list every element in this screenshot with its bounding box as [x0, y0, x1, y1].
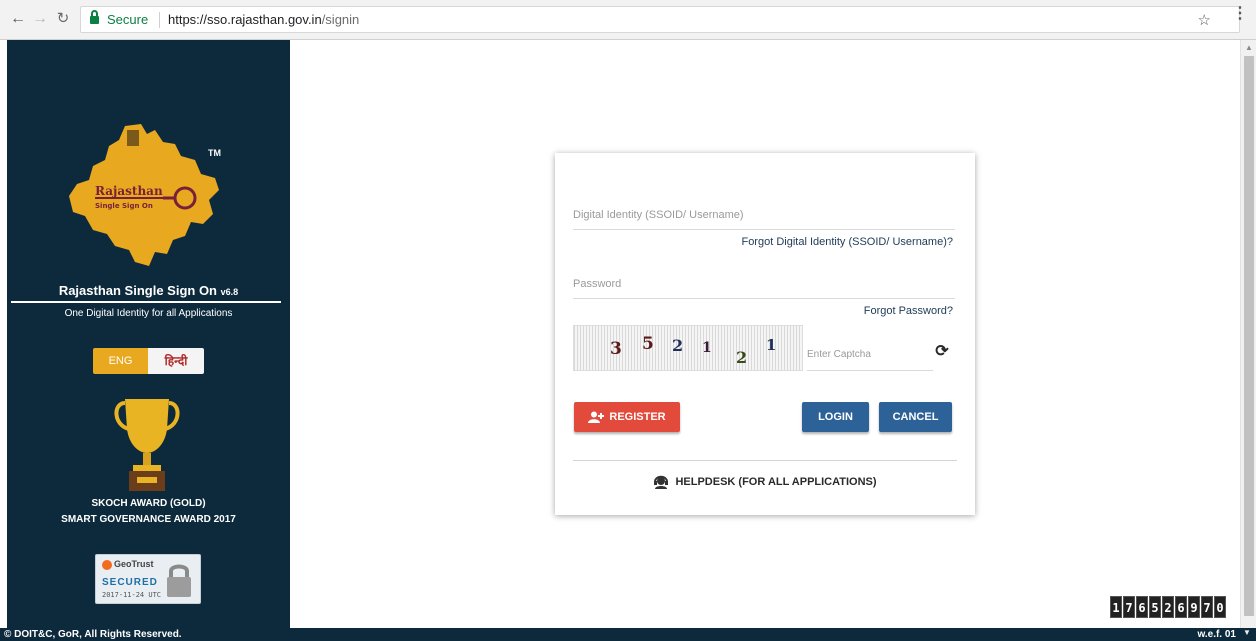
- captcha-input[interactable]: [807, 339, 933, 371]
- login-button[interactable]: LOGIN: [802, 402, 869, 432]
- address-bar[interactable]: Secure https://sso.rajasthan.gov.in/sign…: [80, 6, 1240, 33]
- lang-hindi-button[interactable]: हिन्दी: [148, 348, 204, 374]
- captcha-digit: 2: [672, 336, 684, 355]
- register-label: REGISTER: [609, 411, 666, 423]
- counter-digit: 5: [1149, 596, 1161, 618]
- app-version: v6.8: [220, 287, 239, 297]
- counter-digit: 1: [1110, 596, 1122, 618]
- sidebar: Rajasthan Single Sign On TM Rajasthan Si…: [7, 40, 290, 628]
- headset-icon: [654, 475, 669, 489]
- app-subtitle: One Digital Identity for all Application…: [64, 308, 233, 319]
- logo-line1: Rajasthan: [95, 184, 163, 198]
- trophy-icon: [114, 399, 180, 491]
- card-divider: [573, 460, 957, 461]
- award-text: SKOCH AWARD (GOLD) SMART GOVERNANCE AWAR…: [7, 496, 290, 528]
- geotrust-date: 2017-11-24 UTC: [102, 591, 162, 599]
- captcha-image: 3 5 2 1 2 1: [573, 325, 803, 371]
- app-title: Rajasthan Single Sign On v6.8: [7, 283, 290, 298]
- refresh-captcha-icon[interactable]: ⟳: [933, 343, 951, 361]
- password-input[interactable]: [573, 269, 955, 299]
- add-user-icon: [588, 411, 605, 423]
- trademark-label: TM: [208, 148, 221, 158]
- lang-english-button[interactable]: ENG: [93, 348, 148, 374]
- geotrust-secured: SECURED: [102, 577, 158, 588]
- captcha-digit: 5: [642, 334, 654, 354]
- counter-digit: 9: [1188, 596, 1200, 618]
- scroll-thumb[interactable]: [1244, 56, 1254, 616]
- helpdesk-link[interactable]: HELPDESK (FOR ALL APPLICATIONS): [555, 475, 975, 489]
- geotrust-seal[interactable]: GeoTrust SECURED 2017-11-24 UTC: [95, 554, 201, 604]
- browser-toolbar: ← → ↻ Secure https://sso.rajasthan.gov.i…: [0, 0, 1256, 40]
- reload-icon[interactable]: ↻: [53, 9, 73, 29]
- counter-digit: 7: [1201, 596, 1213, 618]
- scroll-up-arrow-icon[interactable]: ▲: [1245, 43, 1253, 52]
- captcha-digit: 2: [736, 348, 748, 367]
- helpdesk-label: HELPDESK (FOR ALL APPLICATIONS): [675, 475, 877, 488]
- address-separator: [159, 12, 160, 28]
- title-divider: [11, 301, 281, 303]
- padlock-icon: [167, 564, 191, 597]
- page-scrollbar[interactable]: ▲: [1240, 40, 1256, 628]
- award-line1: SKOCH AWARD (GOLD): [91, 498, 206, 509]
- visitor-counter: 1 7 6 5 2 6 9 7 0: [1110, 596, 1226, 618]
- footer-version: w.e.f. 01: [1197, 629, 1236, 640]
- forgot-ssoid-link[interactable]: Forgot Digital Identity (SSOID/ Username…: [741, 236, 953, 248]
- url-path: /signin: [321, 12, 360, 27]
- register-button[interactable]: REGISTER: [574, 402, 680, 432]
- counter-digit: 6: [1136, 596, 1148, 618]
- back-arrow-icon[interactable]: ←: [8, 9, 28, 29]
- secure-label: Secure: [107, 12, 149, 27]
- award-line2: SMART GOVERNANCE AWARD 2017: [61, 514, 236, 525]
- geotrust-brand: GeoTrust: [102, 559, 154, 570]
- url-host: https://sso.rajasthan.gov.in: [168, 12, 322, 27]
- geotrust-brand-text: GeoTrust: [114, 559, 154, 569]
- language-toggle: ENG हिन्दी: [93, 348, 204, 374]
- rajasthan-sso-logo: Rajasthan Single Sign On TM: [63, 120, 233, 280]
- forgot-password-link[interactable]: Forgot Password?: [864, 305, 953, 317]
- bookmark-star-icon[interactable]: ☆: [1198, 11, 1211, 29]
- login-card: Forgot Digital Identity (SSOID/ Username…: [555, 153, 975, 515]
- logo-line2: Single Sign On: [95, 202, 153, 210]
- lock-icon: [90, 10, 99, 24]
- forward-arrow-icon[interactable]: →: [30, 9, 50, 29]
- copyright-text: © DOIT&C, GoR, All Rights Reserved.: [4, 629, 182, 640]
- browser-menu-icon[interactable]: ⋮: [1232, 3, 1248, 23]
- cancel-button[interactable]: CANCEL: [879, 402, 952, 432]
- app-title-text: Rajasthan Single Sign On: [58, 283, 218, 298]
- captcha-digit: 1: [702, 340, 712, 356]
- rajasthan-map-icon: Rajasthan Single Sign On: [69, 124, 219, 266]
- captcha-digit: 3: [610, 339, 622, 359]
- counter-digit: 7: [1123, 596, 1135, 618]
- footer: © DOIT&C, GoR, All Rights Reserved. w.e.…: [0, 628, 1256, 641]
- ssoid-input[interactable]: [573, 200, 955, 230]
- scroll-down-arrow-icon[interactable]: ▼: [1243, 628, 1251, 637]
- geotrust-logo-icon: [102, 559, 112, 570]
- counter-digit: 6: [1175, 596, 1187, 618]
- counter-digit: 0: [1214, 596, 1226, 618]
- url-text[interactable]: https://sso.rajasthan.gov.in/signin: [168, 12, 359, 27]
- captcha-digit: 1: [766, 336, 777, 354]
- counter-digit: 2: [1162, 596, 1174, 618]
